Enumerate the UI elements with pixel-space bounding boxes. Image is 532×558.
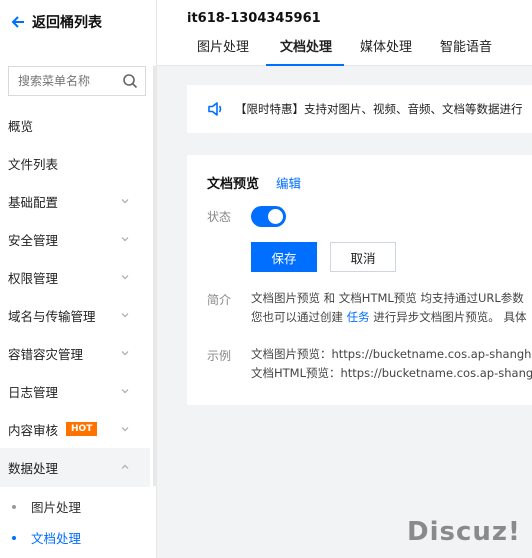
sidebar-item-file-list[interactable]: 文件列表 xyxy=(0,144,150,182)
sidebar-item-label: 基础配置 xyxy=(8,194,59,210)
status-label: 状态 xyxy=(207,210,232,224)
save-button[interactable]: 保存 xyxy=(251,242,317,272)
intro-line-2-prefix: 您也可以通过创建 xyxy=(251,310,347,324)
example-line-2: 文档HTML预览：https://bucketname.cos.ap-shang… xyxy=(251,366,532,380)
sidebar-item-permissions[interactable]: 权限管理 xyxy=(0,258,150,296)
chevron-down-icon xyxy=(121,389,129,394)
tab-document-processing[interactable]: 文档处理 xyxy=(266,38,345,66)
sidebar-subitem-document-processing[interactable]: 文档处理 xyxy=(0,522,150,553)
cancel-button[interactable]: 取消 xyxy=(330,242,396,272)
sidebar-item-label: 容错容灾管理 xyxy=(8,346,84,362)
tab-image-processing[interactable]: 图片处理 xyxy=(197,38,249,66)
sidebar-subitem-image-processing[interactable]: 图片处理 xyxy=(0,491,150,522)
intro-line-2: 您也可以通过创建 任务 进行异步文档图片预览。 具体 xyxy=(251,308,526,327)
sidebar-item-disaster-recovery[interactable]: 容错容灾管理 xyxy=(0,334,150,372)
edit-link[interactable]: 编辑 xyxy=(276,173,301,192)
search-icon[interactable] xyxy=(122,73,138,89)
bucket-name: it618-1304345961 xyxy=(187,11,321,26)
chevron-down-icon xyxy=(121,351,129,356)
page-header: it618-1304345961 图片处理 文档处理 媒体处理 智能语音 xyxy=(157,0,532,66)
chevron-down-icon xyxy=(121,427,129,432)
sidebar-item-label: 权限管理 xyxy=(8,270,59,286)
intro-label: 简介 xyxy=(207,293,232,307)
sidebar-item-label: 数据处理 xyxy=(8,461,59,476)
card-title: 文档预览 xyxy=(207,177,260,192)
document-preview-card: 文档预览 编辑 状态 保存 取消 简介 文档图片预览 和 文档HTML预览 均支… xyxy=(187,155,532,405)
sidebar-item-label: 日志管理 xyxy=(8,384,59,400)
tab-media-processing[interactable]: 媒体处理 xyxy=(360,38,412,66)
sidebar-item-basic-config[interactable]: 基础配置 xyxy=(0,182,150,220)
chevron-down-icon xyxy=(121,237,129,242)
sidebar-item-label: 域名与传输管理 xyxy=(8,308,96,324)
sidebar-item-label: 内容审核 xyxy=(8,422,59,438)
back-to-bucket-list[interactable]: 返回桶列表 xyxy=(10,10,102,34)
chevron-down-icon xyxy=(121,313,129,318)
sidebar: 返回桶列表 概览 文件列表 基础配置 安全管理 权限管理 域名与传输管理 xyxy=(0,0,157,558)
tab-bar: 图片处理 文档处理 媒体处理 智能语音 xyxy=(185,38,492,66)
sidebar-item-label: 安全管理 xyxy=(8,232,59,248)
intro-line-1: 文档图片预览 和 文档HTML预览 均支持通过URL参数 xyxy=(251,291,524,305)
sidebar-scrollbar[interactable] xyxy=(153,66,157,486)
sidebar-item-logs[interactable]: 日志管理 xyxy=(0,372,150,410)
status-toggle[interactable] xyxy=(251,206,286,227)
chevron-down-icon xyxy=(121,275,129,280)
toggle-knob xyxy=(268,209,283,224)
notice-text: 【限时特惠】支持对图片、视频、音频、文档等数据进行 xyxy=(235,102,523,116)
intro-line-2-suffix: 进行异步文档图片预览。 具体 xyxy=(369,310,527,324)
menu-search xyxy=(8,66,146,96)
sidebar-subitem-label: 图片处理 xyxy=(31,500,82,515)
sidebar-nav: 概览 文件列表 基础配置 安全管理 权限管理 域名与传输管理 容错容灾管理 日志… xyxy=(0,106,150,553)
sidebar-subitem-label: 文档处理 xyxy=(31,531,82,546)
sidebar-item-overview[interactable]: 概览 xyxy=(0,106,150,144)
bullet-icon xyxy=(12,535,16,540)
sidebar-item-data-processing[interactable]: 数据处理 xyxy=(0,448,150,487)
speaker-icon xyxy=(208,102,222,116)
sidebar-item-label: 概览 xyxy=(8,118,34,134)
sidebar-item-content-review[interactable]: 内容审核 HOT xyxy=(0,410,150,448)
discuz-watermark: Discuz! xyxy=(407,517,521,547)
task-link[interactable]: 任务 xyxy=(347,310,370,324)
bullet-icon xyxy=(12,504,16,509)
example-line-1: 文档图片预览：https://bucketname.cos.ap-shangha… xyxy=(251,347,532,361)
arrow-left-icon xyxy=(11,16,24,28)
back-label: 返回桶列表 xyxy=(32,15,102,31)
sidebar-item-label: 文件列表 xyxy=(8,156,59,172)
menu-search-input[interactable] xyxy=(18,74,122,88)
tab-smart-voice[interactable]: 智能语音 xyxy=(440,38,492,66)
chevron-down-icon xyxy=(121,199,129,204)
promo-notice: 【限时特惠】支持对图片、视频、音频、文档等数据进行 xyxy=(187,85,532,133)
example-label: 示例 xyxy=(207,349,232,363)
chevron-up-icon xyxy=(121,464,129,469)
sidebar-item-domain-transfer[interactable]: 域名与传输管理 xyxy=(0,296,150,334)
hot-badge: HOT xyxy=(66,422,98,436)
sidebar-item-security[interactable]: 安全管理 xyxy=(0,220,150,258)
